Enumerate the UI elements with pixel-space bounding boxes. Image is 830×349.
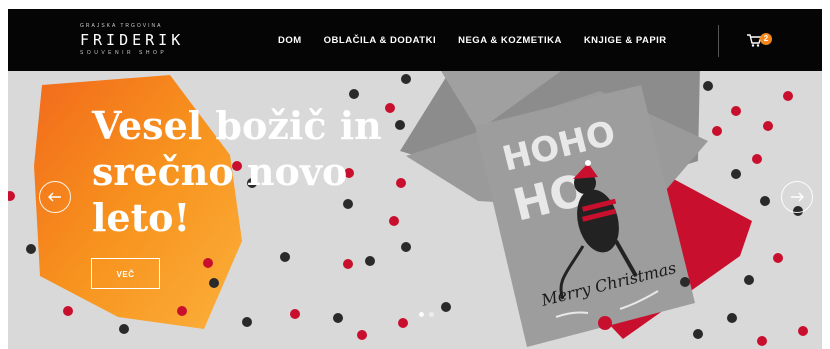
- more-button[interactable]: VEČ: [91, 258, 160, 289]
- prev-slide-button[interactable]: [39, 181, 71, 213]
- cart-count-badge: 2: [760, 33, 772, 45]
- nav-item-knjige[interactable]: KNJIGE & PAPIR: [584, 35, 667, 46]
- hero-headline-line: srečno novo: [92, 149, 348, 194]
- next-slide-button[interactable]: [781, 181, 813, 213]
- page: GRAJSKA TRGOVINA FRIDERIK SOUVENIR SHOP …: [0, 0, 830, 349]
- cart-button[interactable]: 2: [746, 30, 774, 52]
- site-header: GRAJSKA TRGOVINA FRIDERIK SOUVENIR SHOP …: [8, 9, 822, 71]
- slider-dot[interactable]: [419, 312, 424, 317]
- nav-item-dom[interactable]: DOM: [278, 35, 302, 46]
- slider-dot[interactable]: [429, 312, 434, 317]
- hero-headline-line: Vesel božič in: [92, 103, 382, 148]
- logo-subtitle: SOUVENIR SHOP: [80, 50, 168, 56]
- logo-name: FRIDERIK: [80, 31, 185, 49]
- logo-tagline: GRAJSKA TRGOVINA: [80, 23, 163, 29]
- nav-item-nega[interactable]: NEGA & KOZMETIKA: [458, 35, 562, 46]
- arrow-right-icon: [791, 192, 804, 202]
- hero-headline-line: leto!: [92, 195, 191, 240]
- arrow-left-icon: [48, 192, 61, 202]
- nav-divider: [718, 25, 719, 57]
- nav-item-oblacila[interactable]: OBLAČILA & DODATKI: [324, 35, 436, 46]
- main-nav: DOM OBLAČILA & DODATKI NEGA & KOZMETIKA …: [278, 9, 689, 71]
- hero-slider: HOHO HO Merry Christmas Vesel božič in s…: [8, 71, 822, 349]
- hero-headline: Vesel božič in srečno novo leto!: [92, 103, 392, 241]
- slider-dots: [419, 312, 439, 317]
- logo[interactable]: GRAJSKA TRGOVINA FRIDERIK SOUVENIR SHOP: [80, 23, 200, 63]
